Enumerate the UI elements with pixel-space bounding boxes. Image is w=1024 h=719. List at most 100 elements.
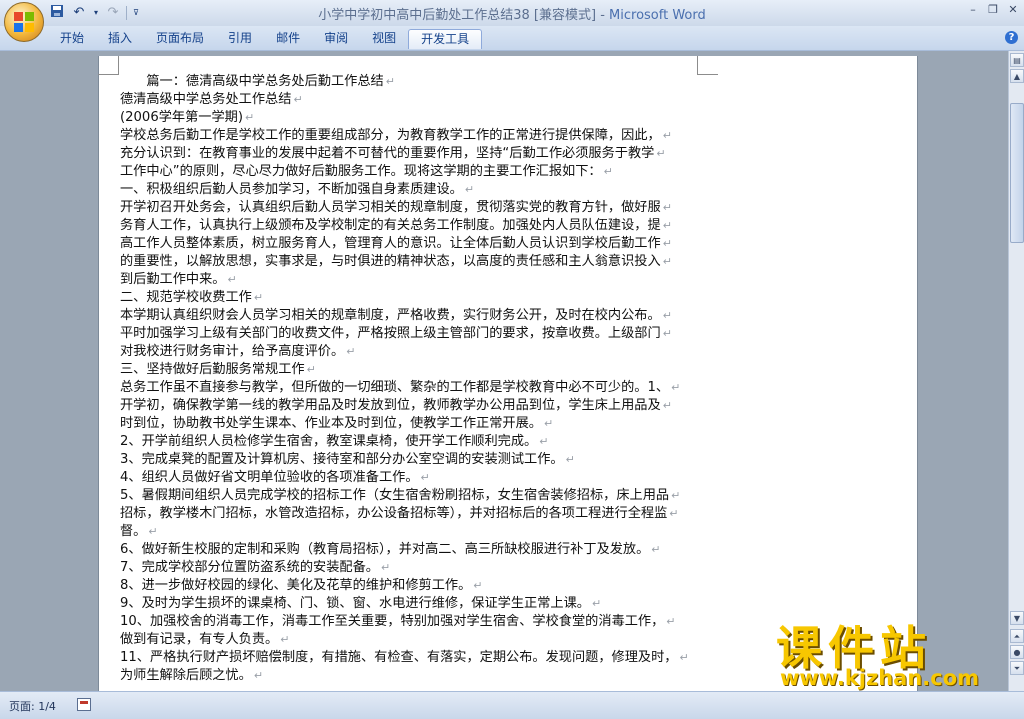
document-line: 为师生解除后顾之忧。 ↵ xyxy=(120,667,700,685)
page-corner-mark xyxy=(98,56,119,75)
line-text: 本学期认真组织财会人员学习相关的规章制度，严格收费，实行财务公开，及时在校内公布… xyxy=(120,308,661,323)
document-line: 时到位，协助教书处学生课本、作业本及时到位，使教学工作正常开展。 ↵ xyxy=(120,415,700,433)
document-line: 本学期认真组织财会人员学习相关的规章制度，严格收费，实行财务公开，及时在校内公布… xyxy=(120,307,700,325)
paragraph-mark-icon: ↵ xyxy=(671,489,681,502)
paragraph-mark-icon: ↵ xyxy=(656,147,666,160)
tab-home[interactable]: 开始 xyxy=(48,29,96,48)
document-line: 三、坚持做好后勤服务常规工作 ↵ xyxy=(120,361,700,379)
paragraph-mark-icon: ↵ xyxy=(293,93,303,106)
scroll-up-icon[interactable]: ▲ xyxy=(1010,69,1024,83)
paragraph-mark-icon: ↵ xyxy=(662,327,672,340)
paragraph-mark-icon: ↵ xyxy=(280,633,290,646)
line-text: 务育人工作，认真执行上级颁布及学校制定的有关总务工作制度。加强处内人员队伍建设，… xyxy=(120,218,661,233)
tab-page-layout[interactable]: 页面布局 xyxy=(144,29,216,48)
line-text: 11、严格执行财产损坏赔偿制度，有措施、有检查、有落实，定期公布。发现问题，修理… xyxy=(120,650,678,665)
watermark-logo: 课件站 www.kjzhan.com xyxy=(776,612,1024,692)
ruler-toggle-icon[interactable]: ▤ xyxy=(1010,53,1024,67)
document-line: 5、暑假期间组织人员完成学校的招标工作（女生宿舍粉刷招标，女生宿舍装修招标，床上… xyxy=(120,487,700,505)
dropdown-icon[interactable]: ▾ xyxy=(92,4,100,22)
undo-icon[interactable]: ↶ xyxy=(70,4,88,22)
close-icon[interactable]: ✕ xyxy=(1006,3,1020,17)
line-text: 7、完成学校部分位置防盗系统的安装配备。 xyxy=(120,560,379,575)
line-text: 6、做好新生校服的定制和采购（教育局招标），并对高二、高三所缺校服进行补丁及发放… xyxy=(120,542,650,557)
line-text: 三、坚持做好后勤服务常规工作 xyxy=(120,362,305,377)
paragraph-mark-icon: ↵ xyxy=(306,363,316,376)
line-text: 到后勤工作中来。 xyxy=(120,272,226,287)
page-indicator[interactable]: 页面: 1/4 xyxy=(9,698,56,714)
document-line: 总务工作虽不直接参与教学，但所做的一切细琐、繁杂的工作都是学校教育中必不可少的。… xyxy=(120,379,700,397)
app-name: Microsoft Word xyxy=(609,8,706,23)
line-text: 高工作人员整体素质，树立服务育人，管理育人的意识。让全体后勤人员认识到学校后勤工… xyxy=(120,236,661,251)
minimize-icon[interactable]: – xyxy=(966,3,980,17)
ribbon-tab-row: 开始 插入 页面布局 引用 邮件 审阅 视图 开发工具 ? xyxy=(0,26,1024,51)
tab-mailings[interactable]: 邮件 xyxy=(264,29,312,48)
window-title: 小学中学初中高中后勤处工作总结38 [兼容模式] - Microsoft Wor… xyxy=(0,4,1024,23)
line-text: 篇一：德清高级中学总务处后勤工作总结 xyxy=(120,74,384,89)
paragraph-mark-icon: ↵ xyxy=(227,273,237,286)
restore-icon[interactable]: ❐ xyxy=(986,3,1000,17)
paragraph-mark-icon: ↵ xyxy=(662,255,672,268)
document-line: 工作中心”的原则，尽心尽力做好后勤服务工作。现将这学期的主要工作汇报如下： ↵ xyxy=(120,163,700,181)
save-icon[interactable] xyxy=(48,4,66,22)
document-line: 7、完成学校部分位置防盗系统的安装配备。 ↵ xyxy=(120,559,700,577)
tab-developer[interactable]: 开发工具 xyxy=(408,29,483,49)
watermark-url: www.kjzhan.com xyxy=(780,666,980,690)
document-area: 篇一：德清高级中学总务处后勤工作总结 ↵ 德清高级中学总务处工作总结 ↵ (2006学年… xyxy=(0,51,1008,691)
document-line: 做到有记录，有专人负责。 ↵ xyxy=(120,631,700,649)
document-line: 招标，教学楼木门招标，水管改造招标，办公设备招标等），并对招标后的各项工程进行全… xyxy=(120,505,700,523)
document-line: (2006学年第一学期) ↵ xyxy=(120,109,700,127)
line-text: 的重要性，以解放思想，实事求是，与时俱进的精神状态，以高度的责任感和主人翁意识投… xyxy=(120,254,661,269)
vertical-scrollbar[interactable]: ▤ ▲ ▼ ⏶ ● ⏷ xyxy=(1008,51,1024,691)
paragraph-mark-icon: ↵ xyxy=(671,381,681,394)
qat-separator xyxy=(126,6,127,20)
paragraph-mark-icon: ↵ xyxy=(662,219,672,232)
line-text: 督。 xyxy=(120,524,147,539)
help-icon[interactable]: ? xyxy=(1005,31,1018,44)
tab-references[interactable]: 引用 xyxy=(216,29,264,48)
redo-icon[interactable]: ↷ xyxy=(104,4,122,22)
paragraph-mark-icon: ↵ xyxy=(662,399,672,412)
proofing-icon[interactable] xyxy=(77,698,91,711)
line-text: 一、积极组织后勤人员参加学习，不断加强自身素质建设。 xyxy=(120,182,463,197)
document-line: 篇一：德清高级中学总务处后勤工作总结 ↵ xyxy=(120,73,700,91)
paragraph-mark-icon: ↵ xyxy=(651,543,661,556)
paragraph-mark-icon: ↵ xyxy=(662,309,672,322)
document-line: 9、及时为学生损坏的课桌椅、门、锁、窗、水电进行维修，保证学生正常上课。 ↵ xyxy=(120,595,700,613)
customize-icon[interactable]: ⊽ xyxy=(131,4,141,22)
paragraph-mark-icon: ↵ xyxy=(380,561,391,574)
document-line: 开学初召开处务会，认真组织后勤人员学习相关的规章制度，贯彻落实党的教育方针，做好… xyxy=(120,199,700,217)
line-text: 5、暑假期间组织人员完成学校的招标工作（女生宿舍粉刷招标，女生宿舍装修招标，床上… xyxy=(120,488,670,503)
line-text: 2、开学前组织人员检修学生宿舍，教室课桌椅，使开学工作顺利完成。 xyxy=(120,434,538,449)
line-text: 10、加强校舍的消毒工作，消毒工作至关重要，特别加强对学生宿舍、学校食堂的消毒工… xyxy=(120,614,665,629)
paragraph-mark-icon: ↵ xyxy=(591,597,602,610)
document-line: 2、开学前组织人员检修学生宿舍，教室课桌椅，使开学工作顺利完成。 ↵ xyxy=(120,433,700,451)
title-bar: 小学中学初中高中后勤处工作总结38 [兼容模式] - Microsoft Wor… xyxy=(0,0,1024,26)
line-text: 做到有记录，有专人负责。 xyxy=(120,632,279,647)
document-line: 一、积极组织后勤人员参加学习，不断加强自身素质建设。 ↵ xyxy=(120,181,700,199)
line-text: 4、组织人员做好省文明单位验收的各项准备工作。 xyxy=(120,470,419,485)
scroll-thumb[interactable] xyxy=(1010,103,1024,243)
document-line: 的重要性，以解放思想，实事求是，与时俱进的精神状态，以高度的责任感和主人翁意识投… xyxy=(120,253,700,271)
tab-review[interactable]: 审阅 xyxy=(312,29,360,48)
paragraph-mark-icon: ↵ xyxy=(385,75,395,88)
line-text: 总务工作虽不直接参与教学，但所做的一切细琐、繁杂的工作都是学校教育中必不可少的。… xyxy=(120,380,670,395)
document-line: 对我校进行财务审计，给予高度评价。 ↵ xyxy=(120,343,700,361)
line-text: 招标，教学楼木门招标，水管改造招标，办公设备招标等），并对招标后的各项工程进行全… xyxy=(120,506,668,521)
line-text: (2006学年第一学期) xyxy=(120,110,243,125)
line-text: 平时加强学习上级有关部门的收费文件，严格按照上级主管部门的要求，按章收费。上级部… xyxy=(120,326,661,341)
office-button[interactable] xyxy=(4,2,44,42)
tab-view[interactable]: 视图 xyxy=(360,29,408,48)
document-line: 二、规范学校收费工作 ↵ xyxy=(120,289,700,307)
paragraph-mark-icon: ↵ xyxy=(544,417,554,430)
tab-insert[interactable]: 插入 xyxy=(96,29,144,48)
paragraph-mark-icon: ↵ xyxy=(346,345,356,358)
document-line: 德清高级中学总务处工作总结 ↵ xyxy=(120,91,700,109)
paragraph-mark-icon: ↵ xyxy=(603,165,613,178)
paragraph-mark-icon: ↵ xyxy=(244,111,255,124)
line-text: 学校总务后勤工作是学校工作的重要组成部分，为教育教学工作的正常进行提供保障，因此… xyxy=(120,128,661,143)
document-body[interactable]: 篇一：德清高级中学总务处后勤工作总结 ↵ 德清高级中学总务处工作总结 ↵ (2006学年… xyxy=(120,73,700,685)
document-line: 10、加强校舍的消毒工作，消毒工作至关重要，特别加强对学生宿舍、学校食堂的消毒工… xyxy=(120,613,700,631)
document-line: 学校总务后勤工作是学校工作的重要组成部分，为教育教学工作的正常进行提供保障，因此… xyxy=(120,127,700,145)
paragraph-mark-icon: ↵ xyxy=(669,507,679,520)
document-line: 平时加强学习上级有关部门的收费文件，严格按照上级主管部门的要求，按章收费。上级部… xyxy=(120,325,700,343)
